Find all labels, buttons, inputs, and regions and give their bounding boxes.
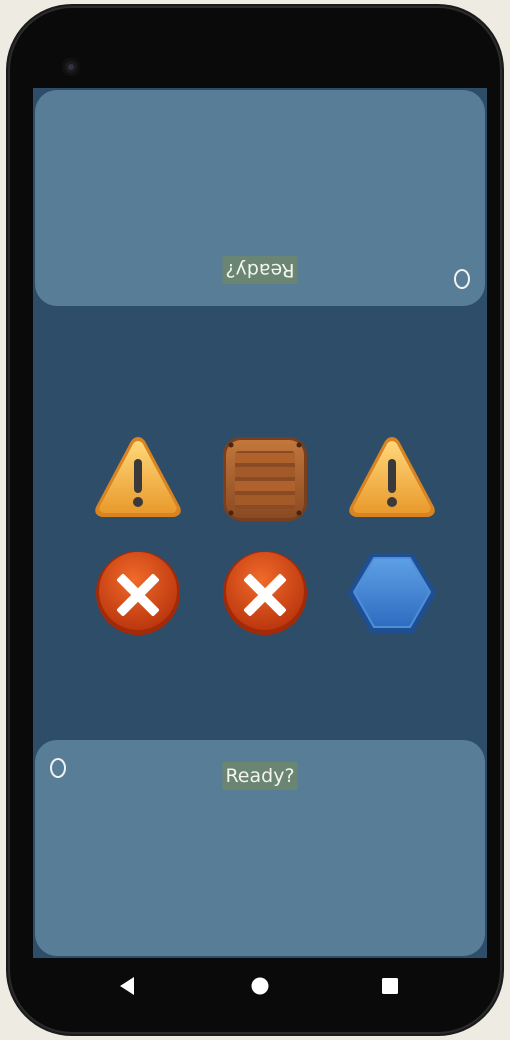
system-navigation-bar <box>33 958 487 1014</box>
crate-icon <box>223 437 307 521</box>
warning-icon <box>349 437 435 517</box>
warning-icon <box>95 437 181 517</box>
recents-icon <box>382 978 398 994</box>
circle-indicator-icon <box>50 758 66 778</box>
player-one-panel[interactable]: Ready? <box>35 740 485 956</box>
nav-home-button[interactable] <box>246 972 274 1000</box>
board-tile-x-circle[interactable] <box>90 545 186 641</box>
x-circle-icon <box>223 551 307 635</box>
board-tile-warning[interactable] <box>344 431 440 527</box>
front-camera <box>62 58 80 76</box>
hexagon-icon <box>348 553 436 633</box>
board-tile-crate[interactable] <box>217 431 313 527</box>
board-tile-x-circle[interactable] <box>217 545 313 641</box>
x-circle-icon <box>96 551 180 635</box>
game-screen: Ready? Ready? <box>33 88 487 958</box>
back-icon <box>120 977 134 995</box>
ready-label-bottom: Ready? <box>222 762 298 790</box>
nav-recents-button[interactable] <box>376 972 404 1000</box>
home-icon <box>251 977 269 995</box>
board-tile-hexagon[interactable] <box>344 545 440 641</box>
nav-back-button[interactable] <box>114 972 142 1000</box>
board-tile-warning[interactable] <box>90 431 186 527</box>
